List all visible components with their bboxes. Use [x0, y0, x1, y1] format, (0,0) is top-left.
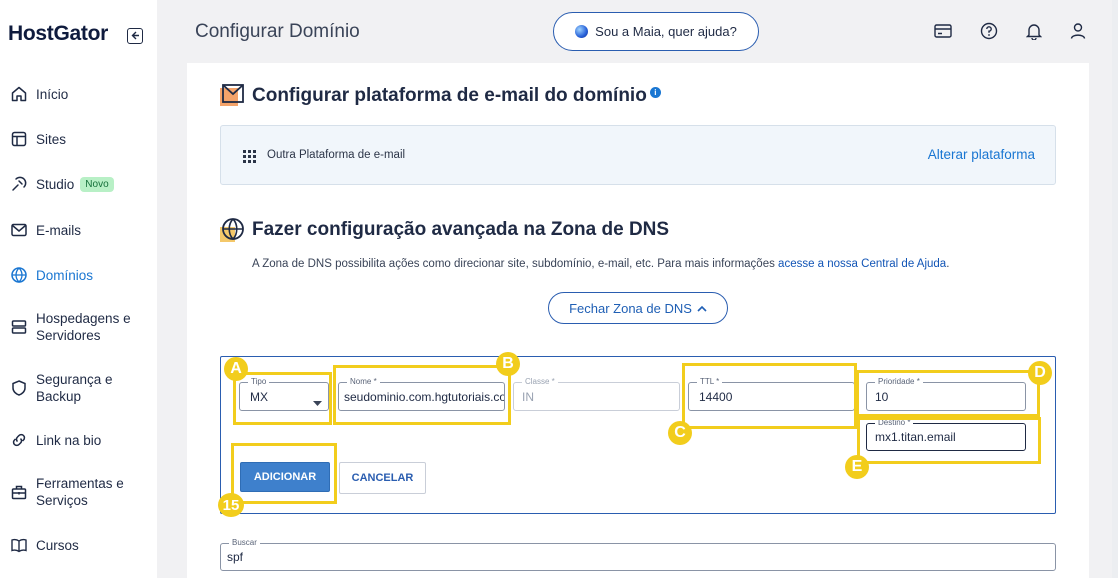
search-label: Buscar	[229, 538, 260, 547]
server-icon	[10, 318, 28, 336]
nome-field[interactable]: Nome * seudominio.com.hgtutoriais.co	[338, 377, 505, 411]
mail-icon	[10, 221, 28, 239]
destino-value: mx1.titan.email	[875, 430, 956, 444]
maia-assistant-label: Sou a Maia, quer ajuda?	[595, 24, 737, 39]
sidebar-item-label: Segurança e Backup	[36, 372, 113, 404]
change-platform-link[interactable]: Alterar plataforma	[928, 147, 1035, 162]
platform-label: Outra Plataforma de e-mail	[267, 149, 406, 161]
chevron-up-icon	[697, 305, 707, 312]
page-title: Configurar Domínio	[195, 21, 360, 42]
dns-description-end: .	[946, 258, 950, 270]
sidebar-item-label: Link na bio	[36, 432, 102, 448]
maia-assistant-button[interactable]: Sou a Maia, quer ajuda?	[553, 12, 759, 51]
link-icon	[10, 431, 28, 449]
shield-icon	[10, 379, 28, 397]
help-center-link[interactable]: acesse a nossa Central de Ajuda	[778, 258, 946, 270]
sidebar-item-emails[interactable]: E-mails	[10, 221, 155, 239]
sidebar-item-inicio[interactable]: Início	[10, 85, 155, 103]
grid-icon	[243, 150, 256, 168]
sidebar-item-label: Hospedagens e Servidores	[36, 311, 131, 343]
marker-d: D	[1028, 361, 1052, 385]
sidebar-item-label: Cursos	[36, 537, 79, 553]
classe-field: Classe * IN	[513, 377, 680, 411]
sidebar-item-hospedagens[interactable]: Hospedagens e Servidores	[10, 310, 155, 344]
sidebar-item-label: Início	[36, 86, 69, 102]
sites-icon	[10, 130, 28, 148]
email-section-title-text: Configurar plataforma de e-mail do domín…	[252, 85, 647, 106]
sidebar-item-label: Ferramentas e Serviços	[36, 476, 124, 508]
home-icon	[10, 85, 28, 103]
scrollbar[interactable]	[1112, 0, 1118, 578]
email-platform-icon	[220, 82, 246, 108]
prioridade-field[interactable]: Prioridade * 10	[866, 377, 1026, 411]
studio-icon	[10, 175, 28, 193]
search-value: spf	[227, 550, 244, 564]
email-section-title: Configurar plataforma de e-mail do domín…	[252, 85, 661, 107]
nome-label: Nome *	[347, 377, 380, 386]
sidebar-item-seguranca[interactable]: Segurança e Backup	[10, 371, 155, 405]
tipo-label: Tipo	[248, 377, 270, 386]
ttl-label: TTL *	[697, 377, 723, 386]
dns-description: A Zona de DNS possibilita ações como dir…	[252, 258, 949, 270]
sidebar-item-label: Domínios	[36, 267, 94, 283]
prioridade-value: 10	[875, 390, 889, 404]
info-icon[interactable]: i	[649, 87, 661, 98]
dns-description-text: A Zona de DNS possibilita ações como dir…	[252, 258, 779, 270]
marker-e: E	[845, 455, 869, 479]
hostgator-logo[interactable]: HostGator	[8, 22, 108, 46]
tipo-value: MX	[250, 390, 268, 404]
maia-orb-icon	[575, 25, 589, 38]
marker-a: A	[224, 357, 248, 381]
search-input[interactable]: Buscar spf	[220, 538, 1056, 571]
sidebar: HostGator Início Sites Studio Novo E-mai…	[0, 0, 157, 578]
destino-field[interactable]: Destino * mx1.titan.email	[866, 418, 1026, 451]
close-dns-zone-button[interactable]: Fechar Zona de DNS	[548, 292, 728, 324]
classe-label: Classe *	[522, 377, 558, 386]
sidebar-item-sites[interactable]: Sites	[10, 130, 155, 148]
tipo-select[interactable]: Tipo MX	[239, 377, 329, 412]
cancel-button[interactable]: CANCELAR	[339, 462, 426, 494]
sidebar-item-studio[interactable]: Studio Novo	[10, 175, 155, 193]
new-badge: Novo	[80, 176, 114, 192]
notifications-icon[interactable]	[1024, 21, 1044, 41]
ttl-value: 14400	[699, 390, 733, 404]
marker-step: 15	[218, 493, 244, 517]
globe-icon	[10, 266, 28, 284]
sidebar-item-label: E-mails	[36, 222, 82, 238]
add-record-button[interactable]: ADICIONAR	[240, 462, 330, 492]
platform-box: Outra Plataforma de e-mail Alterar plata…	[220, 125, 1056, 185]
collapse-sidebar-icon[interactable]	[127, 28, 143, 44]
caret-down-icon	[313, 394, 322, 412]
dns-globe-icon	[220, 217, 246, 243]
classe-value: IN	[522, 390, 534, 404]
ttl-field[interactable]: TTL * 14400	[688, 377, 855, 411]
billing-icon[interactable]	[933, 21, 953, 41]
nome-value: seudominio.com.hgtutoriais.co	[344, 390, 504, 404]
user-icon[interactable]	[1068, 21, 1088, 41]
help-icon[interactable]	[979, 21, 999, 41]
dns-section-title: Fazer configuração avançada na Zona de D…	[252, 219, 670, 240]
sidebar-item-ferramentas[interactable]: Ferramentas e Serviços	[10, 475, 155, 509]
sidebar-item-link-na-bio[interactable]: Link na bio	[10, 431, 155, 449]
book-icon	[10, 536, 28, 554]
destino-label: Destino *	[875, 418, 914, 427]
prioridade-label: Prioridade *	[875, 377, 923, 386]
sidebar-item-label: Studio	[36, 176, 75, 192]
marker-c: C	[668, 421, 692, 445]
tools-icon	[10, 483, 28, 501]
marker-b: B	[496, 352, 520, 376]
sidebar-item-cursos[interactable]: Cursos	[10, 536, 155, 554]
sidebar-item-label: Sites	[36, 131, 67, 147]
sidebar-item-dominios[interactable]: Domínios	[10, 266, 155, 284]
close-dns-zone-label: Fechar Zona de DNS	[569, 300, 692, 316]
